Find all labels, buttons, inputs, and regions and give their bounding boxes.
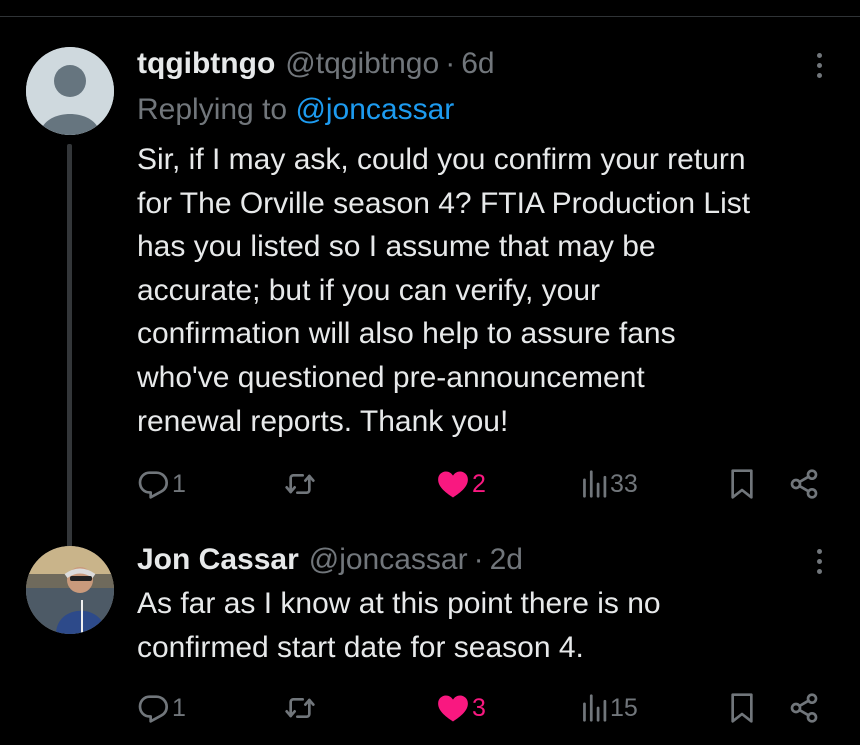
mention-link[interactable]: @joncassar <box>295 93 454 126</box>
bookmark-button[interactable] <box>728 688 756 728</box>
views-button[interactable]: 15 <box>580 688 638 728</box>
like-count: 2 <box>472 469 486 498</box>
bookmark-icon <box>731 469 753 499</box>
more-icon <box>816 549 822 554</box>
like-button[interactable]: 3 <box>436 688 486 728</box>
reply-count: 1 <box>172 693 186 722</box>
more-icon-dot <box>816 63 822 68</box>
user-handle[interactable]: @tqgibtngo <box>285 47 439 80</box>
replying-to: Replying to @joncassar <box>137 90 454 130</box>
action-bar: 1 2 33 <box>0 464 860 504</box>
bookmark-icon <box>731 693 753 723</box>
top-divider <box>0 16 860 17</box>
views-icon <box>583 694 607 722</box>
like-count: 3 <box>472 693 486 722</box>
retweet-icon <box>285 698 315 718</box>
share-button[interactable] <box>788 688 820 728</box>
tweet-header: Jon Cassar @joncassar · 2d <box>137 538 523 582</box>
replying-to-label: Replying to <box>137 93 296 126</box>
tweet-text: As far as I know at this point there is … <box>137 587 661 664</box>
timestamp[interactable]: 2d <box>490 543 523 576</box>
display-name[interactable]: Jon Cassar <box>137 543 299 576</box>
avatar-joncassar[interactable] <box>26 546 114 634</box>
more-icon-dot <box>816 569 822 574</box>
separator-dot: · <box>445 47 456 80</box>
retweet-button[interactable] <box>284 688 316 728</box>
views-icon <box>583 470 607 498</box>
action-bar: 1 3 15 <box>0 688 860 728</box>
tweet-tqgibtngo[interactable]: tqgibtngo @tqgibtngo · 6d Replying to @jonc… <box>0 40 860 576</box>
avatar-default[interactable] <box>26 47 114 135</box>
default-avatar-icon <box>26 47 114 135</box>
heart-icon <box>438 695 468 722</box>
like-button[interactable]: 2 <box>436 464 486 504</box>
retweet-button[interactable] <box>284 464 316 504</box>
thread-line <box>67 144 72 576</box>
bookmark-button[interactable] <box>728 464 756 504</box>
heart-icon <box>438 471 468 498</box>
reply-icon <box>138 695 168 723</box>
more-icon-dot <box>816 559 822 564</box>
share-button[interactable] <box>788 464 820 504</box>
share-icon <box>790 693 818 723</box>
views-button[interactable]: 33 <box>580 464 638 504</box>
profile-photo <box>26 546 114 634</box>
more-icon <box>816 53 822 58</box>
views-count: 33 <box>610 469 638 498</box>
tweet-header: tqgibtngo @tqgibtngo · 6d <box>137 42 495 86</box>
reply-count: 1 <box>172 469 186 498</box>
more-options-button[interactable] <box>814 546 824 580</box>
user-handle[interactable]: @joncassar <box>309 543 468 576</box>
views-count: 15 <box>610 693 638 722</box>
reply-button[interactable]: 1 <box>138 688 186 728</box>
reply-button[interactable]: 1 <box>138 464 186 504</box>
more-icon-dot <box>816 73 822 78</box>
more-options-button[interactable] <box>814 50 824 84</box>
reply-icon <box>138 471 168 499</box>
display-name[interactable]: tqgibtngo <box>137 47 275 80</box>
separator-dot: · <box>473 543 484 576</box>
tweet-text: Sir, if I may ask, could you confirm you… <box>137 143 751 438</box>
timestamp[interactable]: 6d <box>461 47 494 80</box>
retweet-icon <box>285 474 315 494</box>
tweet-joncassar[interactable]: Jon Cassar @joncassar · 2d As far as I know… <box>0 536 860 736</box>
share-icon <box>790 469 818 499</box>
